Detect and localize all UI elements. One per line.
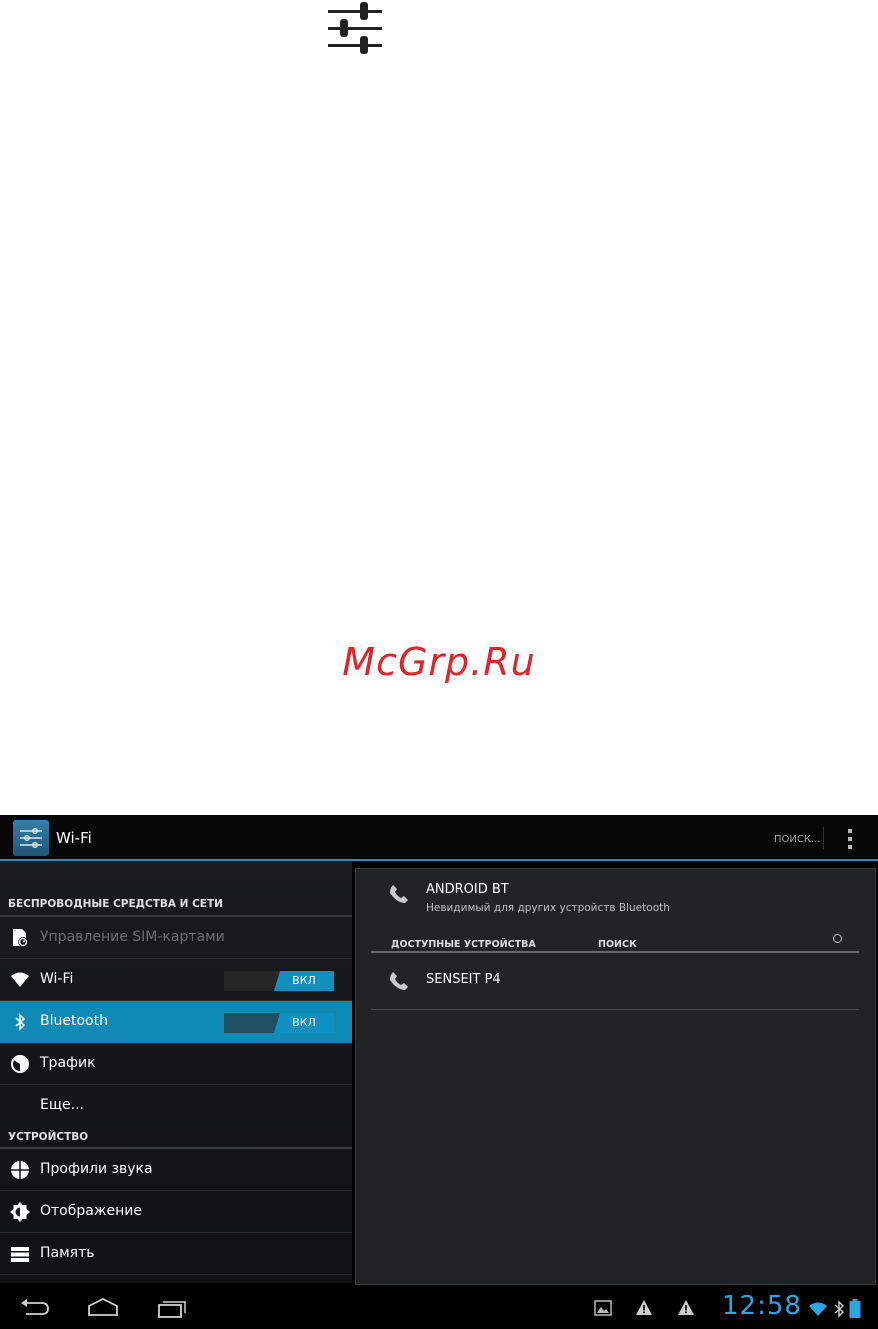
sidebar-item-sound[interactable]: Профили звука xyxy=(0,1149,352,1191)
sidebar-item-display[interactable]: Отображение xyxy=(0,1191,352,1233)
sound-icon xyxy=(11,1161,29,1179)
sidebar-item-more[interactable]: Еще... xyxy=(0,1085,352,1127)
status-clock[interactable]: 12:58 xyxy=(722,1291,802,1321)
phone-icon xyxy=(390,885,408,903)
list-item[interactable]: SENSEIT P4 xyxy=(371,953,859,1009)
search-button[interactable]: ПОИСК... xyxy=(774,834,821,845)
sidebar-item-wifi[interactable]: Wi-Fi ВКЛ xyxy=(0,959,352,1001)
sidebar-item-bluetooth[interactable]: Bluetooth ВКЛ xyxy=(0,1001,352,1043)
sidebar-item-label: Отображение xyxy=(40,1203,142,1219)
settings-sliders-icon xyxy=(20,828,42,848)
recent-apps-icon[interactable] xyxy=(155,1297,189,1319)
section-header-device: УСТРОЙСТВО xyxy=(8,1131,89,1143)
warning-icon[interactable] xyxy=(635,1299,653,1317)
sidebar-item-sim: Управление SIM-картами xyxy=(0,917,352,959)
page-title: Wi-Fi xyxy=(56,829,92,847)
settings-sliders-icon xyxy=(328,2,382,54)
system-navigation-bar: 12:58 xyxy=(0,1287,878,1329)
toggle-on-label: ВКЛ xyxy=(274,971,334,991)
sidebar-item-label: Wi-Fi xyxy=(40,971,74,987)
bluetooth-detail-pane: ANDROID BT Невидимый для других устройст… xyxy=(355,868,876,1285)
progress-spinner-icon xyxy=(833,934,842,943)
data-usage-icon xyxy=(11,1055,29,1073)
watermark: McGrp.Ru xyxy=(342,640,536,684)
android-settings-screen: Wi-Fi ПОИСК... БЕСПРОВОДНЫЕ СРЕДСТВА И С… xyxy=(0,815,878,1329)
storage-icon xyxy=(11,1247,29,1262)
row-divider xyxy=(371,1009,859,1010)
gallery-notification-icon[interactable] xyxy=(594,1299,612,1317)
sidebar-item-data-usage[interactable]: Трафик xyxy=(0,1043,352,1085)
local-device-status: Невидимый для других устройств Bluetooth xyxy=(426,902,670,914)
bluetooth-icon xyxy=(15,1013,26,1031)
search-status-header: ПОИСК xyxy=(598,939,637,950)
found-device-name: SENSEIT P4 xyxy=(426,972,501,987)
bluetooth-toggle[interactable]: ВКЛ xyxy=(224,1013,334,1033)
action-bar-divider xyxy=(823,827,824,849)
toggle-on-label: ВКЛ xyxy=(274,1013,334,1033)
wifi-status-icon xyxy=(809,1302,827,1316)
sidebar-item-storage[interactable]: Память xyxy=(0,1233,352,1275)
available-devices-header: ДОСТУПНЫЕ УСТРОЙСТВА xyxy=(391,939,536,950)
local-device-name: ANDROID BT xyxy=(426,882,509,897)
sidebar-item-label: Управление SIM-картами xyxy=(40,929,225,945)
action-bar: Wi-Fi ПОИСК... xyxy=(0,815,878,861)
display-icon xyxy=(10,1202,30,1222)
settings-app-icon[interactable] xyxy=(13,820,49,856)
back-icon[interactable] xyxy=(18,1297,52,1319)
wifi-toggle[interactable]: ВКЛ xyxy=(224,971,334,991)
warning-icon[interactable] xyxy=(677,1299,695,1317)
overflow-menu-icon[interactable] xyxy=(838,827,862,851)
sim-icon xyxy=(13,929,28,947)
sidebar-item-label: Профили звука xyxy=(40,1161,153,1177)
phone-icon xyxy=(390,972,408,990)
sidebar-item-label: Трафик xyxy=(40,1055,96,1071)
settings-list: БЕСПРОВОДНЫЕ СРЕДСТВА И СЕТИ Управление … xyxy=(0,861,352,1283)
battery-icon xyxy=(849,1299,861,1318)
local-device-row[interactable]: ANDROID BT Невидимый для других устройст… xyxy=(356,869,875,919)
sidebar-item-label: Bluetooth xyxy=(40,1013,108,1029)
home-icon[interactable] xyxy=(86,1297,120,1319)
section-header-wireless: БЕСПРОВОДНЫЕ СРЕДСТВА И СЕТИ xyxy=(8,898,223,910)
sidebar-item-label: Память xyxy=(40,1245,95,1261)
bluetooth-status-icon xyxy=(834,1300,844,1318)
sidebar-item-label: Еще... xyxy=(40,1097,84,1113)
wifi-icon xyxy=(11,972,29,987)
